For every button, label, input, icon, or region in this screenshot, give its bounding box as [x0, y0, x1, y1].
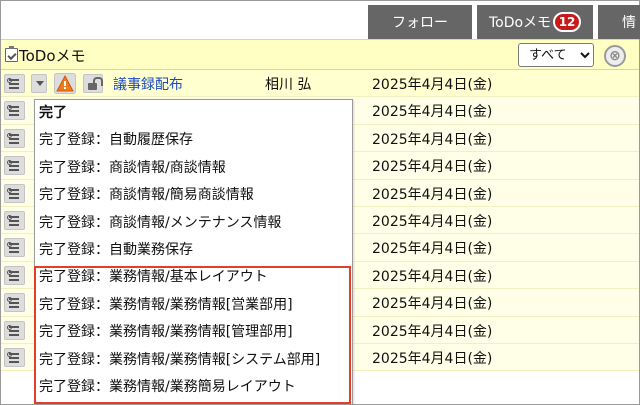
lock-icon[interactable] [83, 74, 103, 93]
todo-memo-icon [5, 46, 18, 62]
checklist-icon[interactable] [4, 320, 25, 340]
complete-dropdown-menu: 完了 完了登録：自動履歴保存 完了登録：商談情報/商談情報 完了登録：商談情報/簡易… [34, 99, 353, 405]
checklist-icon[interactable] [4, 183, 25, 203]
warning-icon [54, 73, 76, 94]
menu-item-complete-registration[interactable]: 完了登録：自動業務保存 [35, 237, 352, 264]
checklist-icon[interactable] [4, 74, 25, 93]
menu-header-complete[interactable]: 完了 [35, 100, 352, 127]
memo-date: 2025年4月4日(金) [372, 351, 493, 367]
memo-date: 2025年4月4日(金) [372, 159, 493, 176]
memo-date: 2025年4月4日(金) [372, 296, 493, 313]
tab-info-label: 情 [622, 15, 636, 31]
menu-item-complete-registration[interactable]: 完了登録：業務情報/業務情報[システム部用] [35, 347, 352, 374]
checklist-icon[interactable] [4, 156, 25, 176]
menu-item-complete-registration[interactable]: 完了登録：商談情報/商談情報 [35, 155, 352, 182]
tab-info[interactable]: 情 [598, 5, 640, 39]
menu-item-complete-registration[interactable]: 完了登録：自動履歴保存 [35, 127, 352, 154]
panel-title: ToDoメモ [19, 47, 86, 65]
menu-item-complete-registration[interactable]: 完了登録：業務情報/業務情報[営業部用] [35, 292, 352, 319]
memo-person: 相川 弘 [265, 77, 312, 93]
tab-todo-memo[interactable]: ToDoメモ 12 [477, 5, 593, 39]
menu-item-complete-registration[interactable]: 完了登録：業務情報/基本レイアウト [35, 264, 352, 291]
tab-follow-label: フォロー [392, 15, 448, 31]
menu-item-complete-registration[interactable]: 完了登録：商談情報/簡易商談情報 [35, 182, 352, 209]
tab-todo-label: ToDoメモ [488, 15, 552, 31]
memo-date: 2025年4月4日(金) [372, 131, 493, 148]
memo-date: 2025年4月4日(金) [372, 323, 493, 340]
menu-item-complete-registration[interactable]: 完了登録：業務情報/業務情報[管理部用] [35, 319, 352, 346]
checklist-icon[interactable] [4, 128, 25, 148]
memo-date: 2025年4月4日(金) [372, 186, 493, 203]
menu-item-complete-registration[interactable]: 完了登録：商談情報/メンテナンス情報 [35, 210, 352, 237]
memo-date: 2025年4月4日(金) [372, 268, 493, 285]
checklist-icon[interactable] [4, 211, 25, 230]
memo-date: 2025年4月4日(金) [372, 214, 493, 230]
clear-icon[interactable]: ⊗ [604, 45, 626, 67]
memo-date: 2025年4月4日(金) [372, 241, 493, 258]
todo-panel-header: ToDoメモ すべて ⊗ [1, 39, 639, 70]
checklist-icon[interactable] [4, 101, 25, 121]
filter-select[interactable]: すべて [518, 43, 594, 67]
tab-follow[interactable]: フォロー [368, 5, 472, 39]
memo-row[interactable]: 議事録配布 相川 弘 2025年4月4日(金) [1, 70, 639, 98]
checklist-icon[interactable] [4, 238, 25, 258]
checklist-icon[interactable] [4, 265, 25, 285]
chevron-down-icon[interactable] [31, 74, 47, 93]
checklist-icon[interactable] [4, 348, 25, 367]
menu-item-complete-registration[interactable]: 完了登録：業務情報/業務簡易レイアウト [35, 374, 352, 401]
top-tab-bar: フォロー ToDoメモ 12 情 [1, 1, 640, 39]
memo-date: 2025年4月4日(金) [372, 77, 493, 93]
checklist-icon[interactable] [4, 293, 25, 313]
memo-date: 2025年4月4日(金) [372, 104, 493, 121]
memo-title-link[interactable]: 議事録配布 [113, 74, 183, 94]
todo-count-badge: 12 [553, 12, 582, 32]
